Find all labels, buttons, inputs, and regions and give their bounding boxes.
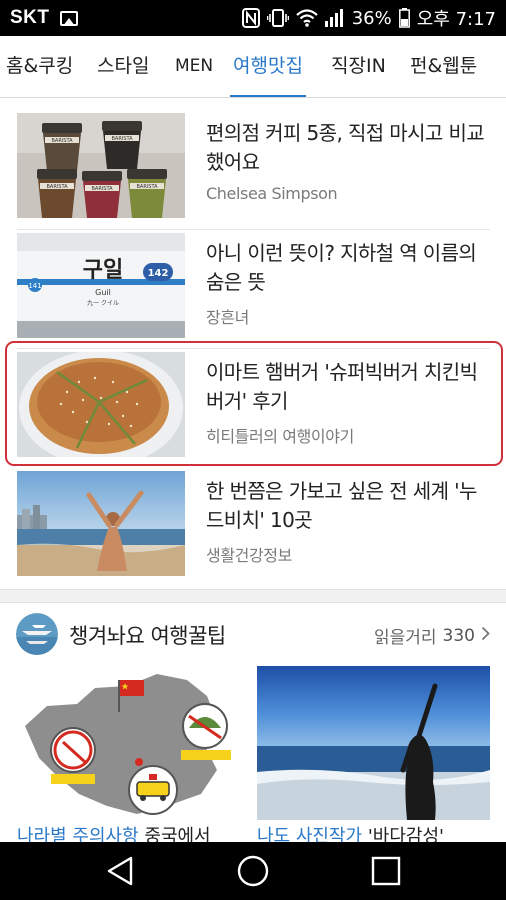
section-separator [0, 589, 506, 603]
divider [17, 229, 490, 230]
cup-label: BARISTA [136, 184, 158, 190]
home-icon[interactable] [213, 842, 293, 900]
china-map-image [17, 666, 250, 820]
signal-icon [324, 9, 345, 27]
tab-travel-food[interactable]: 여행맛집 [230, 36, 306, 97]
cup-label: BARISTA [91, 186, 113, 192]
more-count: 330 [442, 625, 475, 646]
article-item[interactable]: 141 구일 Guil 九一 クイル 142 아니 이런 뜻이? 지하철 역 이… [17, 233, 490, 338]
sea-silhouette-image [257, 666, 490, 820]
tip-card[interactable] [257, 666, 490, 820]
sign-left-number: 141 [28, 282, 41, 290]
status-bar: SKT 36% 오후 7:17 [0, 0, 506, 36]
image-icon [59, 10, 78, 26]
battery-icon [398, 8, 410, 28]
section-more-link[interactable]: 읽을거리 330 [374, 623, 490, 648]
tab-home-cooking[interactable]: 홈&쿠킹 [6, 36, 73, 97]
coffee-cups-image: BARISTA BARISTA BARISTA BARISTA BARISTA [17, 113, 185, 218]
chevron-right-icon [481, 626, 490, 646]
article-title: 아니 이런 뜻이? 지하철 역 이름의 숨은 뜻 [206, 241, 477, 294]
section-title: 챙겨놔요 여행꿀팁 [69, 624, 226, 648]
article-title: 이마트 햄버거 '슈퍼빅버거 치킨빅버거' 후기 [206, 360, 478, 413]
article-item[interactable]: BARISTA BARISTA BARISTA BARISTA BARISTA … [17, 113, 490, 218]
category-tabs: 홈&쿠킹 스타일 MEN 여행맛집 직장IN 펀&웹툰 [0, 36, 506, 98]
cup-label: BARISTA [46, 184, 68, 190]
cup-label: BARISTA [51, 138, 73, 144]
back-icon[interactable] [80, 842, 160, 900]
clock: 오후 7:17 [416, 9, 496, 30]
tab-fun-webtoon[interactable]: 펀&웹툰 [410, 36, 477, 97]
more-label: 읽을거리 [373, 628, 437, 648]
carrier-label: SKT [10, 7, 50, 28]
navigation-bar [0, 842, 506, 900]
beach-image [17, 471, 185, 576]
section-header: 챙겨놔요 여행꿀팁 읽을거리 330 [0, 603, 506, 665]
travel-section-icon [16, 613, 58, 655]
article-title: 한 번쯤은 가보고 싶은 전 세계 '누드비치' 10곳 [206, 479, 477, 532]
article-source: 히티틀러의 여행이야기 [206, 427, 354, 446]
wifi-icon [295, 9, 318, 27]
cup-label: BARISTA [111, 136, 133, 142]
article-source: Chelsea Simpson [206, 184, 338, 203]
article-source: 생활건강정보 [206, 546, 292, 565]
recents-icon[interactable] [346, 842, 426, 900]
sign-station-roman: Guil [95, 288, 111, 297]
article-source: 장흔녀 [206, 308, 249, 327]
tip-cards: 나라별 주의사항 중국에서 나도 사진작가 '바다감성' [17, 666, 490, 847]
tab-style[interactable]: 스타일 [97, 36, 149, 97]
sign-station-name: 구일 [83, 258, 123, 283]
tip-card[interactable] [17, 666, 250, 820]
sign-station-other: 九一 クイル [87, 299, 119, 307]
burger-image [17, 352, 185, 457]
subway-sign-image: 141 구일 Guil 九一 クイル 142 [17, 233, 185, 338]
article-item-highlighted[interactable]: 이마트 햄버거 '슈퍼빅버거 치킨빅버거' 후기 히티틀러의 여행이야기 [17, 352, 490, 457]
article-item[interactable]: 한 번쯤은 가보고 싶은 전 세계 '누드비치' 10곳 생활건강정보 [17, 471, 490, 576]
tab-men[interactable]: MEN [175, 36, 213, 97]
sign-number: 142 [148, 268, 169, 279]
nfc-icon [241, 8, 260, 28]
tab-work[interactable]: 직장IN [331, 36, 386, 97]
battery-percent: 36% [351, 7, 392, 29]
vibrate-icon [266, 8, 289, 28]
article-title: 편의점 커피 5종, 직접 마시고 비교했어요 [206, 121, 485, 174]
